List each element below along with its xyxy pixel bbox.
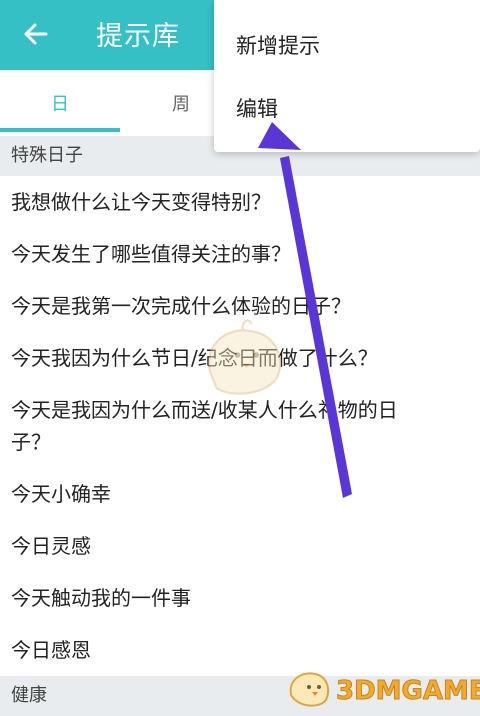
arrow-left-icon[interactable] (20, 18, 52, 50)
tab-week[interactable]: 周 (172, 90, 190, 116)
watermark-text: 3DMGAME (336, 676, 480, 707)
menu-item-add-prompt[interactable]: 新增提示 (236, 30, 320, 60)
list-item[interactable]: 今日感恩 (11, 634, 91, 666)
list-item[interactable]: 今天是我因为什么而送/收某人什么礼物的日 (11, 394, 398, 426)
tab-indicator (0, 128, 120, 132)
list-item[interactable]: 我想做什么让今天变得特别？ (11, 186, 271, 218)
page-title: 提示库 (96, 21, 180, 52)
list-item[interactable]: 今天发生了哪些值得关注的事？ (11, 238, 291, 270)
3dmgame-logo-icon (289, 672, 330, 707)
list-item[interactable]: 今天触动我的一件事 (11, 582, 191, 614)
list-item[interactable]: 今天是我第一次完成什么体验的日子？ (11, 290, 351, 322)
list-item[interactable]: 今日灵感 (11, 530, 91, 562)
list-item-continuation[interactable]: 子？ (11, 426, 51, 458)
overflow-menu: 新增提示 编辑 (214, 0, 480, 152)
menu-item-edit[interactable]: 编辑 (236, 93, 278, 123)
tab-day[interactable]: 日 (51, 90, 69, 116)
list-item[interactable]: 今天小确幸 (11, 478, 111, 510)
list-item[interactable]: 今天我因为什么节日/纪念日而做了什么？ (11, 342, 378, 374)
